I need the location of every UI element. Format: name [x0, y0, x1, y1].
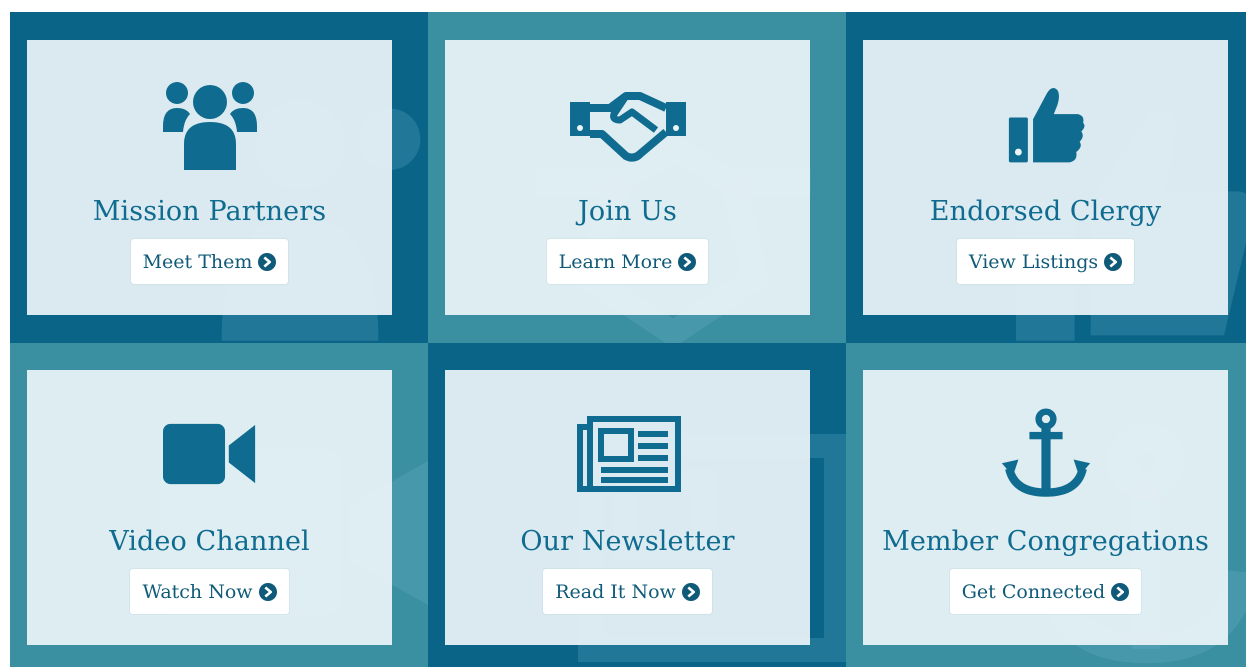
- read-it-now-button[interactable]: Read It Now: [543, 569, 712, 614]
- get-connected-button[interactable]: Get Connected: [949, 569, 1142, 614]
- watch-now-button[interactable]: Watch Now: [130, 569, 289, 614]
- view-listings-button[interactable]: View Listings: [956, 239, 1135, 284]
- mission-partners-card: Mission Partners Meet Them: [27, 40, 392, 315]
- users-icon: [160, 76, 260, 172]
- arrow-circle-right-icon: [258, 582, 277, 601]
- meet-them-button[interactable]: Meet Them: [130, 239, 289, 284]
- read-it-now-label: Read It Now: [555, 580, 676, 603]
- tile-mission-partners: Mission Partners Meet Them: [10, 12, 428, 343]
- tile-member-congregations: Member Congregations Get Connected: [846, 343, 1246, 667]
- video-camera-icon: [162, 406, 257, 502]
- member-congregations-title: Member Congregations: [882, 526, 1209, 557]
- endorsed-clergy-title: Endorsed Clergy: [929, 196, 1162, 227]
- arrow-circle-right-icon: [1104, 252, 1123, 271]
- tile-video-channel: Video Channel Watch Now: [10, 343, 428, 667]
- watch-now-label: Watch Now: [142, 580, 253, 603]
- anchor-icon: [998, 406, 1094, 502]
- newspaper-icon: [574, 406, 682, 502]
- arrow-circle-right-icon: [678, 252, 697, 271]
- arrow-circle-right-icon: [681, 582, 700, 601]
- feature-tile-grid: Mission Partners Meet Them Join Us Learn…: [10, 12, 1246, 667]
- handshake-icon: [568, 76, 688, 172]
- video-channel-card: Video Channel Watch Now: [27, 370, 392, 645]
- mission-partners-title: Mission Partners: [92, 196, 327, 227]
- learn-more-label: Learn More: [558, 250, 673, 273]
- join-us-title: Join Us: [578, 196, 677, 227]
- arrow-circle-right-icon: [1111, 582, 1130, 601]
- meet-them-label: Meet Them: [142, 250, 253, 273]
- arrow-circle-right-icon: [258, 252, 277, 271]
- thumbs-up-icon: [1004, 76, 1088, 172]
- endorsed-clergy-card: Endorsed Clergy View Listings: [863, 40, 1228, 315]
- member-congregations-card: Member Congregations Get Connected: [863, 370, 1228, 645]
- video-channel-title: Video Channel: [109, 526, 310, 557]
- our-newsletter-card: Our Newsletter Read It Now: [445, 370, 810, 645]
- our-newsletter-title: Our Newsletter: [520, 526, 735, 557]
- tile-endorsed-clergy: Endorsed Clergy View Listings: [846, 12, 1246, 343]
- learn-more-button[interactable]: Learn More: [546, 239, 709, 284]
- view-listings-label: View Listings: [968, 250, 1099, 273]
- get-connected-label: Get Connected: [961, 580, 1106, 603]
- tile-join-us: Join Us Learn More: [428, 12, 846, 343]
- tile-our-newsletter: Our Newsletter Read It Now: [428, 343, 846, 667]
- join-us-card: Join Us Learn More: [445, 40, 810, 315]
